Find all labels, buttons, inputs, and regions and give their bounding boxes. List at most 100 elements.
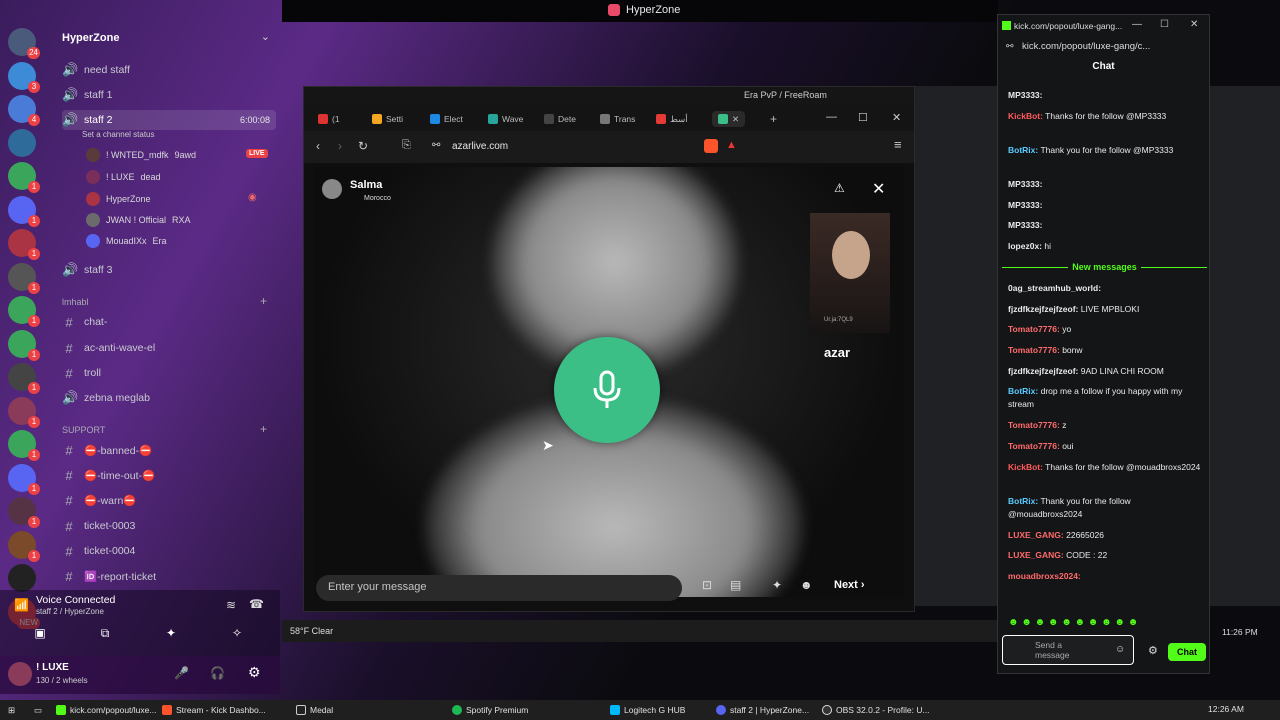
close-window-icon[interactable]: ✕ [892, 111, 901, 124]
voice-channel-staff-3[interactable]: 🔊 staff 3 [62, 260, 276, 280]
minimize-icon[interactable]: — [826, 111, 837, 123]
server-avatar-icon[interactable]: 1 [8, 530, 40, 562]
message-input[interactable]: Enter your message [328, 581, 426, 593]
text-channel[interactable]: # ticket-0003 [62, 516, 276, 536]
chat-input[interactable]: Send a message ☺ [1002, 635, 1134, 665]
chevron-down-icon[interactable]: ⌄ [261, 30, 270, 43]
effects-icon[interactable]: ✦ [772, 578, 782, 592]
avatar[interactable] [8, 662, 32, 686]
microphone-button[interactable] [554, 337, 660, 443]
profile-avatar[interactable] [322, 179, 342, 199]
voice-channel-need-staff[interactable]: 🔊 need staff [62, 60, 276, 80]
server-avatar-icon[interactable]: 1 [8, 229, 40, 260]
voice-status[interactable]: Voice Connected [36, 594, 115, 606]
active-browser-tab[interactable]: ✕ [712, 111, 746, 127]
server-avatar-icon[interactable]: 1 [8, 396, 40, 428]
text-channel[interactable]: # ⛔-banned-⛔ [62, 440, 276, 460]
emoji-icon[interactable]: ☺ [1115, 644, 1125, 655]
signal-icon[interactable]: 📶 [14, 598, 29, 612]
activities-icon[interactable]: ✦ [163, 626, 179, 642]
maximize-icon[interactable]: ☐ [1160, 19, 1169, 30]
server-discord-icon[interactable]: 1 [8, 195, 40, 227]
screen-share-icon[interactable]: ⧉ [97, 626, 113, 642]
category-lmhabl[interactable]: lmhabl [62, 297, 89, 307]
back-icon[interactable]: ‹ [316, 139, 320, 153]
rewards-icon[interactable]: ▲ [726, 139, 737, 151]
browser-tab[interactable]: Setti [372, 111, 403, 127]
browser-tab[interactable]: Elect [430, 111, 463, 127]
server-controller-icon[interactable]: 1 [8, 296, 40, 327]
user-name[interactable]: ! LUXE [36, 662, 69, 673]
soundboard-icon[interactable]: ✧ [229, 626, 245, 642]
sticker-icon[interactable]: ☻ [800, 578, 813, 592]
settings-gear-icon[interactable]: ⚙ [248, 664, 261, 681]
headphones-icon[interactable]: 🎧 [210, 666, 225, 680]
text-channel[interactable]: # ⛔-time-out-⛔ [62, 465, 276, 485]
screenshot-icon[interactable]: ⊡ [702, 578, 712, 592]
gift-icon[interactable]: ▤ [730, 578, 741, 592]
maximize-icon[interactable]: ☐ [858, 111, 868, 124]
camera-off-icon[interactable]: ▣ [32, 626, 48, 642]
taskbar-item[interactable]: staff 2 | HyperZone... [716, 703, 809, 717]
text-channel[interactable]: # chat- [62, 312, 276, 332]
voice-user[interactable]: HyperZone [86, 190, 151, 208]
server-tool-icon[interactable] [8, 128, 36, 157]
menu-icon[interactable]: ≡ [894, 137, 902, 152]
message-bar[interactable]: Enter your message [316, 575, 682, 601]
text-channel[interactable]: # 🆔-report-ticket [62, 566, 276, 586]
text-channel[interactable]: # troll [62, 363, 276, 383]
server-discord-icon[interactable]: 3 [8, 61, 40, 93]
voice-user[interactable]: MouadIXx Era [86, 232, 167, 250]
channel-status[interactable]: Set a channel status [82, 130, 155, 139]
emote-bar[interactable]: ☻ ☻ ☻ ☻ ☻ ☻ ☻ ☻ ☻ ☻ [1008, 617, 1138, 628]
site-info-icon[interactable]: ⚯ [432, 140, 440, 151]
add-channel-icon[interactable]: + [260, 422, 267, 436]
forward-icon[interactable]: › [338, 139, 342, 153]
windows-start-icon[interactable]: ⊞ [8, 703, 15, 717]
noise-suppression-icon[interactable]: ≋ [226, 598, 236, 612]
text-channel[interactable]: # ⛔-warn⛔ [62, 490, 276, 510]
category-support[interactable]: SUPPORT [62, 425, 105, 435]
server-avatar-icon[interactable]: 1 [8, 363, 40, 394]
voice-channel-path[interactable]: staff 2 / HyperZone [36, 607, 104, 616]
report-icon[interactable]: ⚠ [834, 181, 845, 195]
site-info-icon[interactable]: ⚯ [1006, 41, 1014, 52]
settings-gear-icon[interactable]: ⚙ [1148, 644, 1158, 657]
server-discord-icon[interactable]: 24 [8, 28, 40, 59]
close-icon[interactable]: ✕ [732, 114, 739, 125]
reload-icon[interactable]: ↻ [358, 139, 368, 153]
next-button[interactable]: Next › [834, 579, 865, 591]
server-controller-icon[interactable]: 1 [8, 430, 40, 461]
minimize-icon[interactable]: — [1132, 19, 1142, 30]
server-controller-icon[interactable]: 1 [8, 329, 40, 361]
browser-tab[interactable]: Wave [488, 111, 523, 127]
url-field[interactable]: azarlive.com [452, 141, 508, 152]
server-avatar-icon[interactable]: 1 [8, 497, 40, 528]
voice-channel-staff-2[interactable]: 🔊 staff 2 6:00:08 [62, 110, 276, 130]
text-channel[interactable]: # ac-anti-wave-el [62, 338, 276, 358]
close-icon[interactable]: ✕ [872, 179, 885, 199]
taskbar-item[interactable]: OBS 32.0.2 - Profile: U... [822, 703, 930, 717]
new-tab-button[interactable]: + [770, 111, 777, 127]
voice-user[interactable]: ! WNTED_mdfk 9awd [86, 146, 196, 164]
weather-widget[interactable]: 58°F Clear [290, 626, 333, 636]
bookmark-icon[interactable]: ⎘ [402, 139, 411, 152]
server-globe-icon[interactable]: 4 [8, 95, 40, 126]
disconnect-icon[interactable]: ☎ [249, 597, 264, 611]
close-icon[interactable]: ✕ [1190, 19, 1198, 30]
taskbar-item[interactable]: Medal [296, 703, 333, 717]
browser-tab[interactable]: Dete [544, 111, 576, 127]
system-clock[interactable]: 12:26 AM [1208, 704, 1244, 714]
voice-user[interactable]: ! LUXE dead [86, 168, 161, 186]
browser-tab[interactable]: Trans [600, 111, 635, 127]
microphone-icon[interactable]: 🎤 [174, 666, 189, 680]
text-channel[interactable]: # ticket-0004 [62, 541, 276, 561]
brave-shield-icon[interactable] [704, 139, 718, 153]
server-discord-icon[interactable]: 1 [8, 463, 40, 495]
voice-channel-staff-1[interactable]: 🔊 staff 1 [62, 85, 276, 105]
taskbar-item[interactable]: Stream - Kick Dashbo... [162, 703, 266, 717]
voice-user[interactable]: JWAN ! Official RXA [86, 211, 191, 229]
file-explorer-icon[interactable]: ▭ [34, 703, 42, 717]
chat-send-button[interactable]: Chat [1168, 643, 1206, 661]
taskbar-item[interactable]: Logitech G HUB [610, 703, 685, 717]
